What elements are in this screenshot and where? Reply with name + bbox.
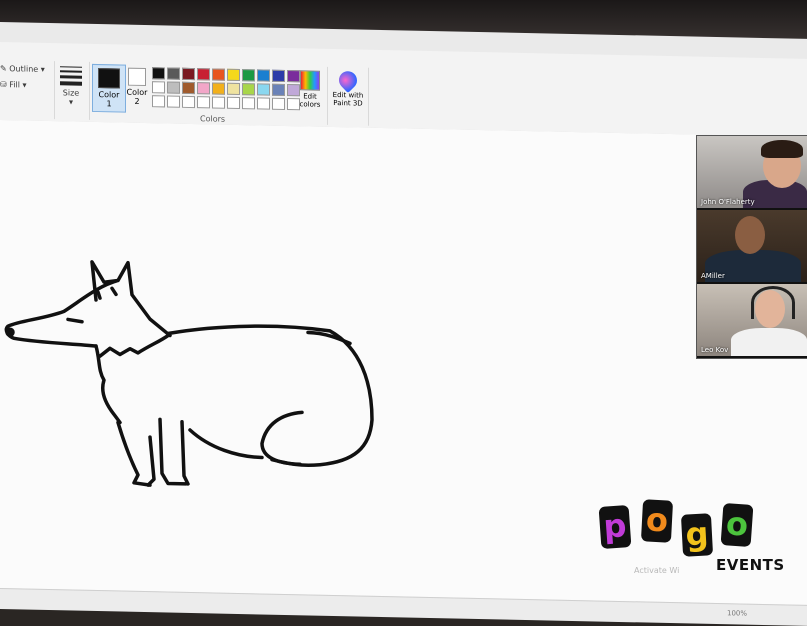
colors-group-label: Colors: [200, 114, 226, 124]
fox-tail: [260, 330, 352, 467]
activate-windows-watermark: Activate Wi: [634, 566, 680, 575]
divider: [368, 67, 369, 126]
palette-swatch[interactable]: [212, 96, 225, 109]
palette-swatch[interactable]: [212, 82, 225, 95]
palette-swatch[interactable]: [182, 67, 195, 81]
fox-body-outline: [166, 324, 374, 467]
zoom-level: 100%: [726, 609, 747, 618]
outline-dropdown[interactable]: ✎ Outline ▾: [0, 64, 45, 74]
chevron-down-icon: ▾: [68, 97, 73, 107]
palette-swatch[interactable]: [242, 97, 255, 110]
palette-swatch[interactable]: [257, 83, 270, 96]
logo-subtitle: EVENTS: [716, 556, 785, 574]
fill-dropdown[interactable]: ⛁ Fill ▾: [0, 80, 27, 90]
participant-hair: [761, 140, 803, 158]
participant-tile[interactable]: Leo Kov: [697, 284, 807, 356]
palette-swatch[interactable]: [242, 83, 255, 96]
fox-ear-marks: [96, 286, 118, 300]
palette-swatch[interactable]: [242, 69, 255, 82]
edit-colors-label-2: colors: [299, 100, 321, 109]
divider: [327, 66, 328, 125]
participant-tile[interactable]: John O'Flaherty: [697, 136, 807, 208]
palette-swatch[interactable]: [167, 67, 180, 80]
color1-swatch: [98, 68, 120, 89]
chevron-down-icon: ▾: [40, 64, 45, 74]
palette-swatch[interactable]: [152, 67, 165, 80]
participant-name: AMiller: [701, 272, 725, 280]
fox-legs: [116, 417, 190, 487]
participant-avatar: [735, 216, 765, 254]
color-palette: [152, 67, 300, 111]
palette-swatch[interactable]: [167, 81, 180, 94]
participant-name: John O'Flaherty: [701, 198, 755, 206]
palette-swatch[interactable]: [197, 82, 210, 95]
rainbow-icon: [300, 70, 320, 91]
paint3d-icon: [335, 67, 361, 94]
color1-button[interactable]: Color 1: [92, 63, 126, 113]
palette-swatch[interactable]: [227, 68, 240, 82]
fill-label: Fill: [9, 80, 20, 90]
palette-swatch[interactable]: [152, 81, 165, 94]
line-size-icon: [58, 66, 84, 86]
color2-button[interactable]: Color 2: [126, 65, 148, 106]
logo-letter: o: [640, 499, 674, 543]
chevron-down-icon: ▾: [22, 80, 27, 90]
color2-number: 2: [134, 96, 140, 106]
edit-colors-button[interactable]: Edit colors: [296, 70, 324, 109]
video-call-panel: John O'Flaherty AMiller Leo Kov: [696, 135, 807, 359]
palette-swatch[interactable]: [197, 68, 210, 81]
color2-label: Color: [126, 87, 148, 98]
participant-figure: [731, 328, 807, 356]
logo-letter: p: [598, 505, 632, 549]
edit-with-paint3d-button[interactable]: Edit with Paint 3D: [330, 67, 366, 108]
logo-letter: o: [720, 503, 754, 547]
fox-head-outline: [4, 260, 172, 348]
palette-swatch[interactable]: [152, 95, 165, 108]
palette-swatch[interactable]: [212, 68, 225, 81]
outline-label: Outline: [9, 64, 39, 74]
palette-swatch[interactable]: [257, 97, 270, 110]
color1-number: 1: [106, 99, 112, 109]
size-button[interactable]: Size ▾: [58, 63, 84, 107]
pogo-events-logo: p o g o EVENTS: [598, 499, 788, 582]
fox-neck-fur: [94, 333, 170, 425]
palette-swatch[interactable]: [272, 97, 285, 110]
fill-bucket-icon: ⛁: [0, 80, 7, 90]
palette-swatch[interactable]: [272, 69, 285, 82]
color2-swatch: [128, 67, 146, 87]
palette-swatch[interactable]: [197, 96, 210, 109]
palette-swatch[interactable]: [227, 96, 240, 110]
pencil-icon: ✎: [0, 64, 7, 74]
palette-swatch[interactable]: [272, 83, 285, 96]
palette-swatch[interactable]: [257, 69, 270, 82]
fox-nose: [5, 327, 15, 337]
logo-letter: g: [680, 513, 714, 557]
palette-swatch[interactable]: [182, 81, 195, 95]
palette-swatch[interactable]: [167, 95, 180, 108]
headphones-icon: [751, 286, 795, 319]
participant-tile[interactable]: AMiller: [697, 210, 807, 282]
palette-swatch[interactable]: [182, 95, 195, 109]
paint3d-label-2: Paint 3D: [333, 98, 363, 108]
divider: [89, 61, 90, 120]
divider: [54, 61, 55, 120]
participant-name: Leo Kov: [701, 346, 729, 354]
fox-eye: [66, 317, 84, 324]
palette-swatch[interactable]: [227, 82, 240, 96]
